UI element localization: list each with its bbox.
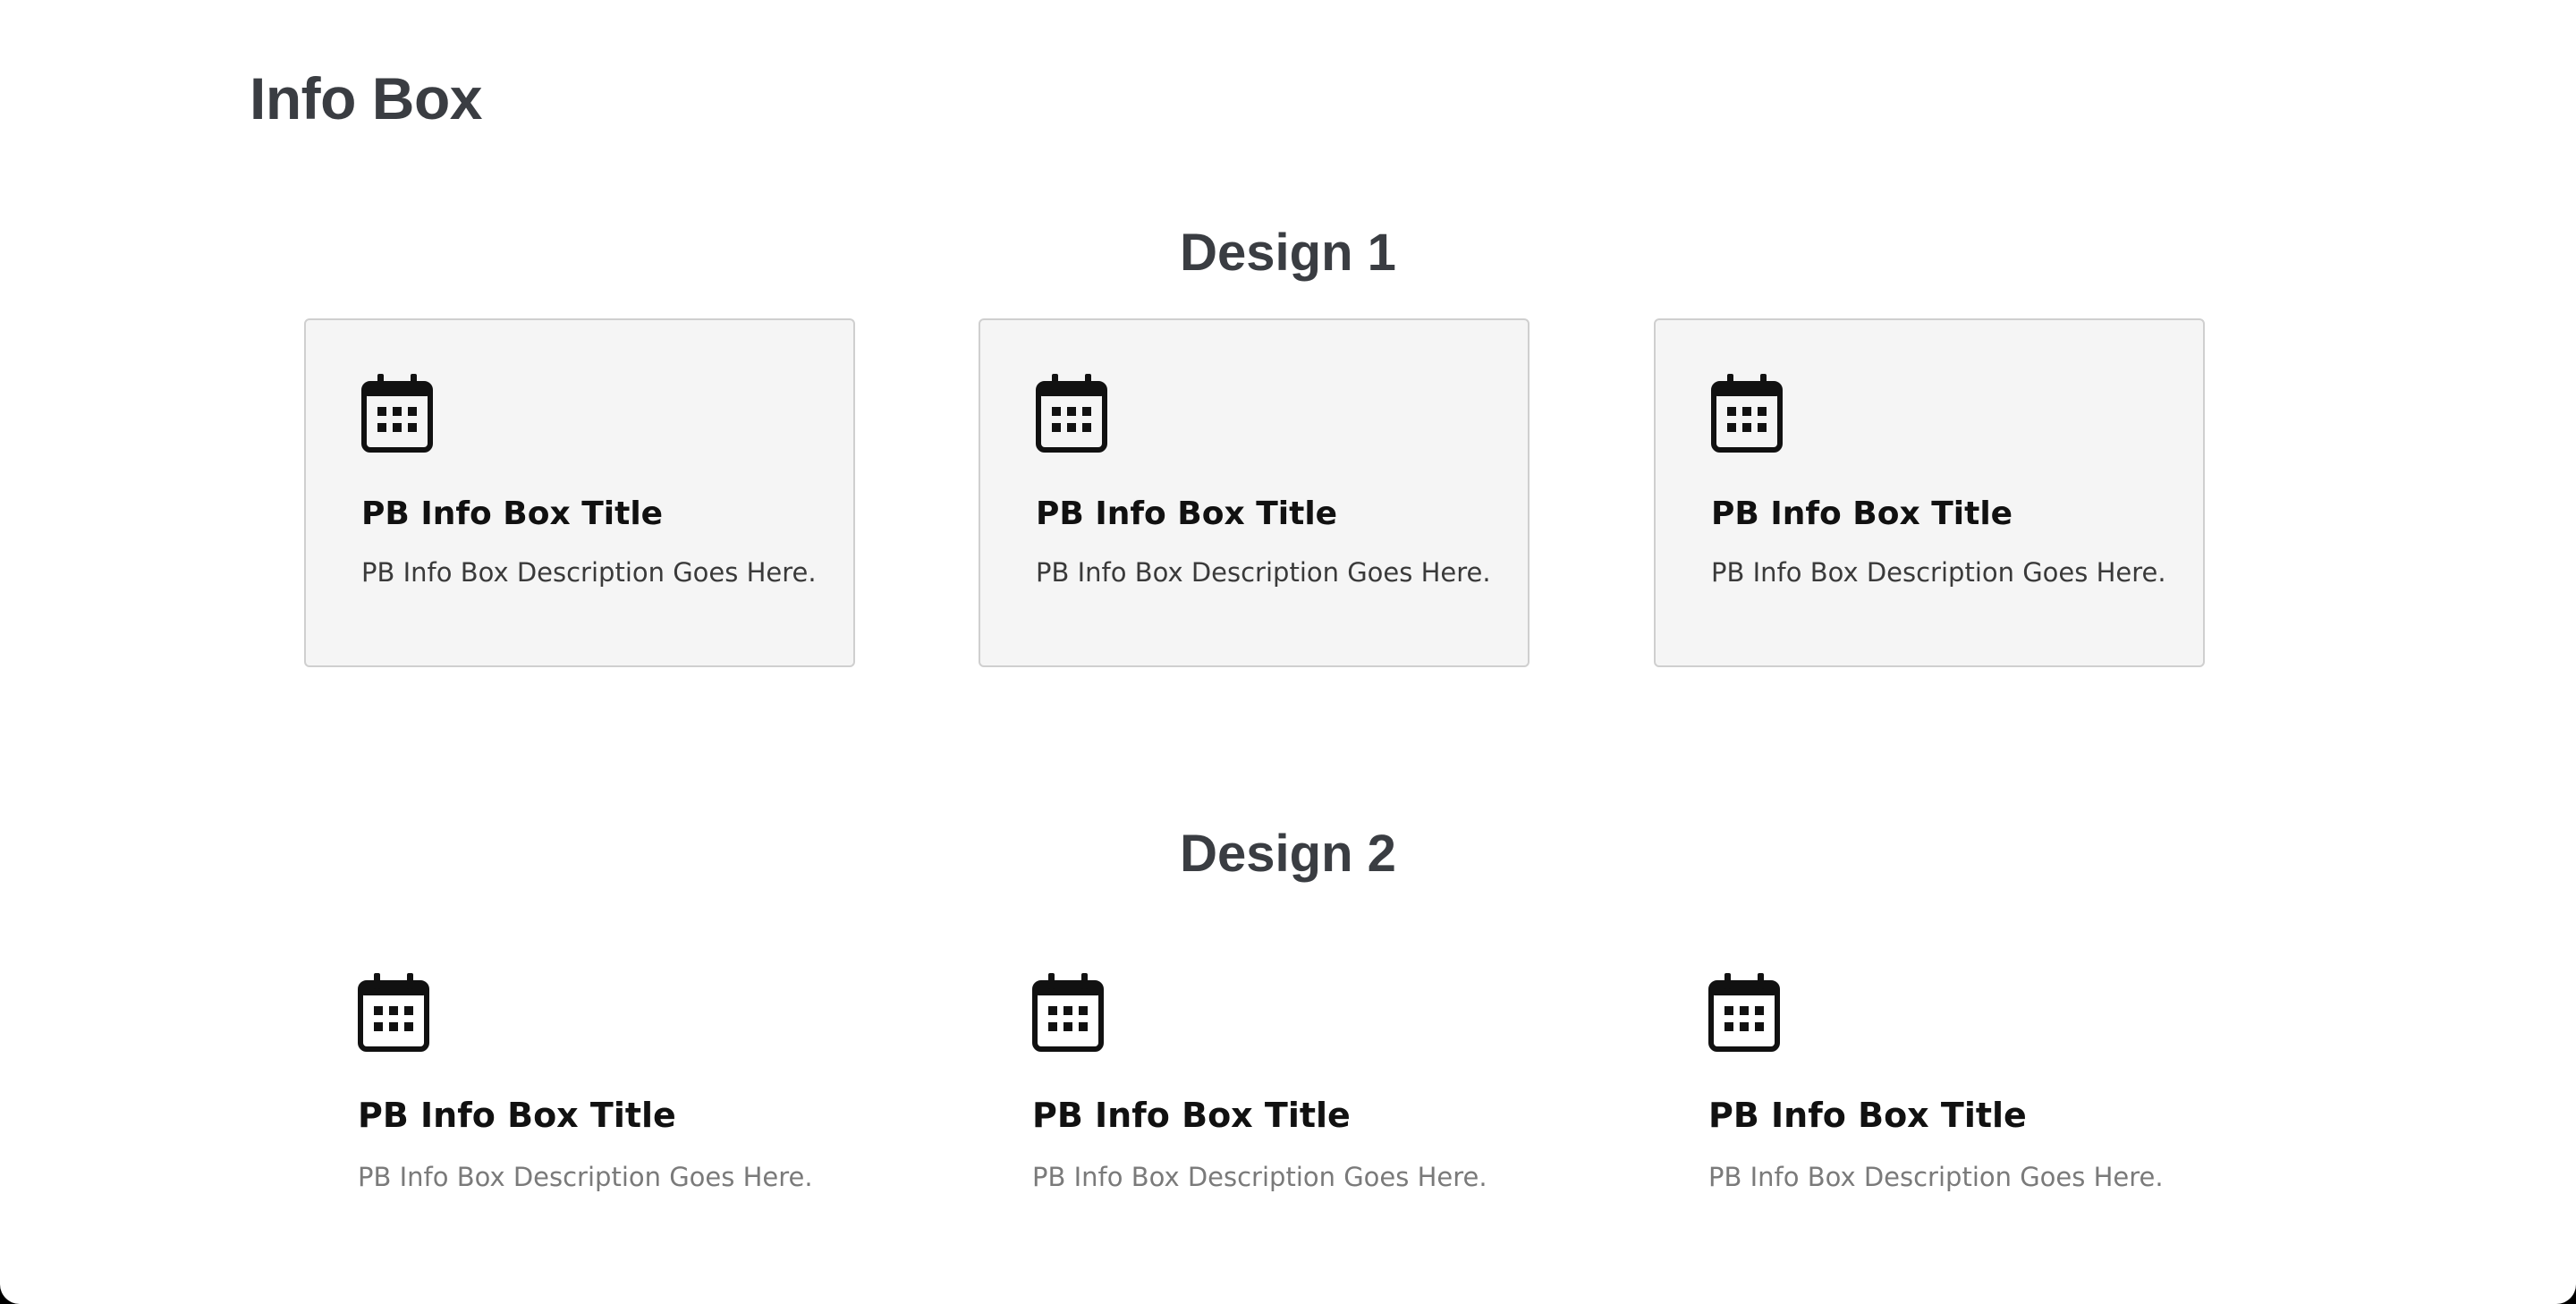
info-box-description: PB Info Box Description Goes Here. — [1711, 557, 2166, 588]
calendar-icon — [1708, 973, 1780, 1052]
info-box-title: PB Info Box Title — [361, 495, 664, 532]
info-box-title: PB Info Box Title — [1032, 1096, 1351, 1135]
info-box: PB Info Box Title PB Info Box Descriptio… — [1654, 318, 2205, 667]
info-box-description: PB Info Box Description Goes Here. — [361, 557, 817, 588]
info-box-description: PB Info Box Description Goes Here. — [1036, 557, 1491, 588]
calendar-icon — [1036, 374, 1107, 453]
info-box-title: PB Info Box Title — [358, 1096, 676, 1135]
info-box-title: PB Info Box Title — [1711, 495, 2013, 532]
page: Info Box Design 1 PB Info Box Title PB I… — [0, 0, 2576, 1304]
section-title-design-2: Design 2 — [1180, 825, 1396, 883]
info-box: PB Info Box Title PB Info Box Descriptio… — [1653, 918, 2204, 1266]
info-box-title: PB Info Box Title — [1036, 495, 1338, 532]
calendar-icon — [1032, 973, 1104, 1052]
calendar-icon — [361, 374, 433, 453]
info-box: PB Info Box Title PB Info Box Descriptio… — [979, 318, 1530, 667]
calendar-icon — [1711, 374, 1783, 453]
calendar-icon — [358, 973, 429, 1052]
info-box-title: PB Info Box Title — [1708, 1096, 2027, 1135]
info-box: PB Info Box Title PB Info Box Descriptio… — [304, 318, 855, 667]
info-box: PB Info Box Title PB Info Box Descriptio… — [302, 918, 853, 1266]
info-box-description: PB Info Box Description Goes Here. — [1708, 1162, 2164, 1192]
info-box: PB Info Box Title PB Info Box Descriptio… — [977, 918, 1528, 1266]
info-box-description: PB Info Box Description Goes Here. — [1032, 1162, 1487, 1192]
page-title: Info Box — [250, 65, 482, 131]
section-title-design-1: Design 1 — [1180, 224, 1396, 282]
info-box-description: PB Info Box Description Goes Here. — [358, 1162, 813, 1192]
